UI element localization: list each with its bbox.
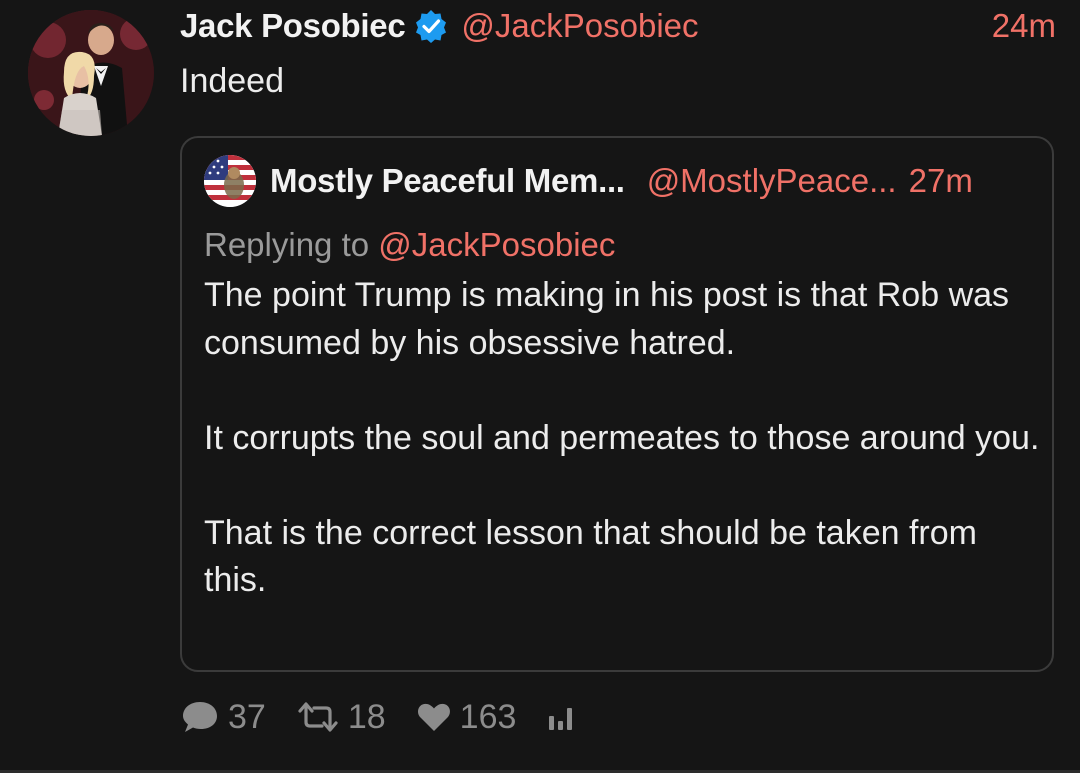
repost-arrows-icon [298,702,338,732]
quoted-paragraph: It corrupts the soul and permeates to th… [204,418,1040,457]
quoted-post[interactable]: Mostly Peaceful Mem... @MostlyPeace... 2… [180,136,1054,672]
speech-bubble-icon [183,702,217,732]
quoted-author-handle[interactable]: @MostlyPeace... [647,162,897,200]
author-avatar[interactable] [28,10,154,136]
bar-chart-icon [549,708,573,730]
post-text: Indeed [180,62,284,100]
quoted-paragraph: The point Trump is making in his post is… [204,276,1010,362]
post-header: Jack Posobiec @JackPosobiec 24m [180,4,1056,48]
replying-to-label: Replying to [204,226,370,263]
heart-icon [417,703,450,731]
reply-button[interactable]: 37 [180,698,266,737]
quoted-post-text: The point Trump is making in his post is… [204,272,1044,605]
quoted-author-avatar[interactable] [204,155,256,207]
replying-to-mention[interactable]: @JackPosobiec [378,226,615,263]
reply-count: 37 [228,697,266,736]
like-button[interactable]: 163 [416,697,517,737]
action-bar: 37 18 163 [180,694,608,740]
author-avatar-photo [28,10,154,136]
repost-count: 18 [347,697,386,736]
quoted-post-header: Mostly Peaceful Mem... @MostlyPeace... 2… [204,154,1032,208]
author-name[interactable]: Jack Posobiec [180,7,406,45]
quoted-paragraph: That is the correct lesson that should b… [204,513,977,600]
stats-button[interactable] [546,702,578,732]
like-count: 163 [459,697,517,736]
replying-to-line: Replying to @JackPosobiec [204,226,615,264]
quoted-post-timestamp[interactable]: 27m [909,162,973,200]
quoted-author-name[interactable]: Mostly Peaceful Mem... [270,162,625,200]
author-handle[interactable]: @JackPosobiec [461,7,698,45]
post-timestamp[interactable]: 24m [992,7,1056,45]
repost-button[interactable]: 18 [296,698,386,737]
flag-avatar-image [204,155,256,207]
verified-badge-icon [413,8,449,44]
